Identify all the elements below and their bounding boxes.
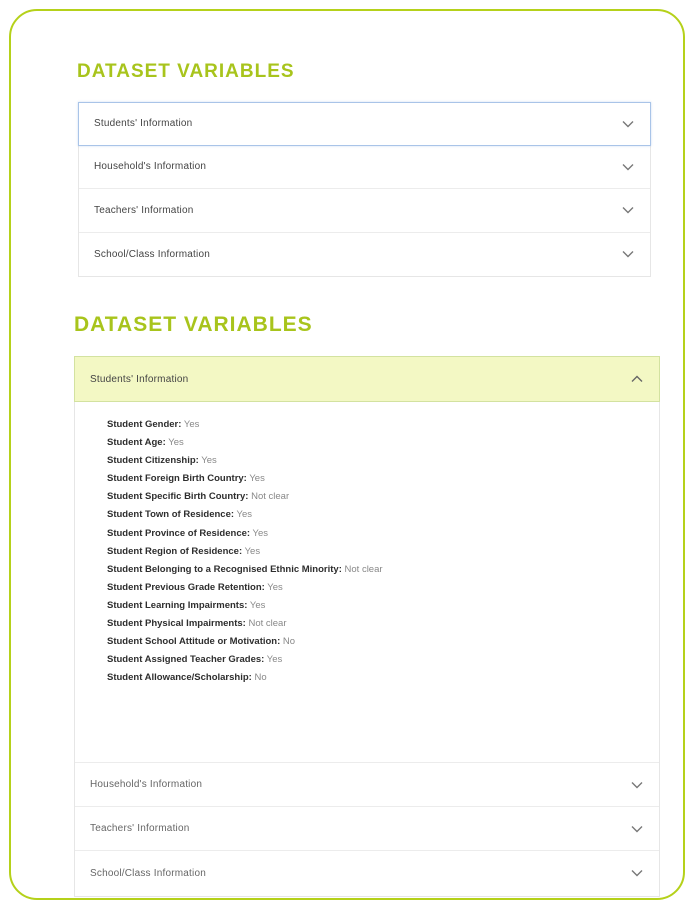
chevron-down-icon <box>631 825 643 833</box>
chevron-down-icon <box>622 250 634 258</box>
variable-value: Yes <box>249 473 265 485</box>
variable-row: Student Physical Impairments: Not clear <box>107 615 659 633</box>
variable-name: Student Previous Grade Retention: <box>107 581 265 593</box>
variable-value: No <box>254 672 267 684</box>
accordion-item-label: Household's Information <box>94 161 207 173</box>
accordion-item-label: School/Class Information <box>90 867 206 879</box>
accordion-item-school-class[interactable]: School/Class Information <box>75 851 659 895</box>
chevron-down-icon <box>631 781 643 789</box>
accordion-item-teachers[interactable]: Teachers' Information <box>75 807 659 851</box>
accordion-item-household[interactable]: Household's Information <box>79 146 650 189</box>
accordion-item-label: Teachers' Information <box>90 823 190 834</box>
variable-row: Student Specific Birth Country: Not clea… <box>107 488 659 506</box>
variable-name: Student Region of Residence: <box>107 545 243 557</box>
chevron-down-icon <box>622 163 634 171</box>
variable-value: No <box>282 636 296 648</box>
accordion-item-teachers[interactable]: Teachers' Information <box>79 189 650 233</box>
variable-row: Student Assigned Teacher Grades: Yes <box>107 651 659 669</box>
accordion-item-students[interactable]: Students' Information <box>74 356 660 402</box>
variable-row: Student Citizenship: Yes <box>107 452 659 470</box>
section-title: DATASET VARIABLES <box>74 313 313 336</box>
variable-name: Student Learning Impairments: <box>107 599 248 611</box>
chevron-down-icon <box>622 120 634 128</box>
variable-name: Student Town of Residence: <box>107 509 235 521</box>
variable-row: Student School Attitude or Motivation: N… <box>107 633 659 651</box>
variable-value: Yes <box>201 455 217 467</box>
accordion-item-school-class[interactable]: School/Class Information <box>79 233 650 277</box>
variable-value: Not clear <box>344 563 383 575</box>
accordion-item-label: School/Class Information <box>94 248 210 260</box>
variable-value: Yes <box>236 509 253 521</box>
variable-row: Student Province of Residence: Yes <box>107 525 659 543</box>
variable-value: Yes <box>267 581 283 593</box>
dataset-variables-accordion-expanded: Students' Information Student Gender: Ye… <box>74 356 660 897</box>
variable-name: Student Province of Residence: <box>107 527 251 539</box>
variable-row: Student Gender: Yes <box>107 416 659 434</box>
variable-value: Yes <box>183 419 200 430</box>
variable-value: Yes <box>168 437 184 449</box>
variable-row: Student Region of Residence: Yes <box>107 543 659 561</box>
variable-value: Yes <box>252 527 269 539</box>
chevron-down-icon <box>631 869 643 877</box>
accordion-item-label: Household's Information <box>90 779 203 790</box>
variable-name: Student Foreign Birth Country: <box>107 473 247 485</box>
accordion-panel-students: Student Gender: Yes Student Age: Yes Stu… <box>75 402 659 763</box>
variable-name: Student Belonging to a Recognised Ethnic… <box>107 563 342 575</box>
variable-name: Student Physical Impairments: <box>107 618 246 630</box>
variable-value: Yes <box>249 599 266 611</box>
accordion-item-label: Students' Information <box>94 118 193 130</box>
variable-row: Student Learning Impairments: Yes <box>107 597 659 615</box>
variable-name: Student Specific Birth Country: <box>107 491 249 503</box>
accordion-item-students[interactable]: Students' Information <box>78 102 651 146</box>
variable-row: Student Town of Residence: Yes <box>107 506 659 524</box>
chevron-down-icon <box>622 206 634 214</box>
variable-row: Student Previous Grade Retention: Yes <box>107 579 659 597</box>
variable-row: Student Foreign Birth Country: Yes <box>107 470 659 488</box>
accordion-item-label: Teachers' Information <box>94 204 194 216</box>
dataset-card: DATASET VARIABLES Students' Information … <box>9 9 685 900</box>
variable-value: Yes <box>244 545 261 557</box>
variable-name: Student Citizenship: <box>107 455 199 467</box>
variable-name: Student Allowance/Scholarship: <box>107 672 252 684</box>
variable-name: Student Gender: <box>107 419 182 430</box>
variable-row: Student Age: Yes <box>107 434 659 452</box>
accordion-item-household[interactable]: Household's Information <box>75 763 659 807</box>
accordion-item-label: Students' Information <box>90 373 189 385</box>
dataset-variables-accordion: Students' Information Household's Inform… <box>78 102 651 277</box>
variable-row: Student Belonging to a Recognised Ethnic… <box>107 561 659 579</box>
variable-row: Student Allowance/Scholarship: No <box>107 669 659 687</box>
variable-name: Student Age: <box>107 437 166 449</box>
variable-name: Student Assigned Teacher Grades: <box>107 654 265 666</box>
variable-value: Not clear <box>251 491 290 503</box>
variable-value: Yes <box>266 654 283 666</box>
section-title: DATASET VARIABLES <box>77 61 295 82</box>
chevron-up-icon <box>631 375 643 383</box>
variable-name: Student School Attitude or Motivation: <box>107 636 281 648</box>
variable-value: Not clear <box>248 618 287 630</box>
